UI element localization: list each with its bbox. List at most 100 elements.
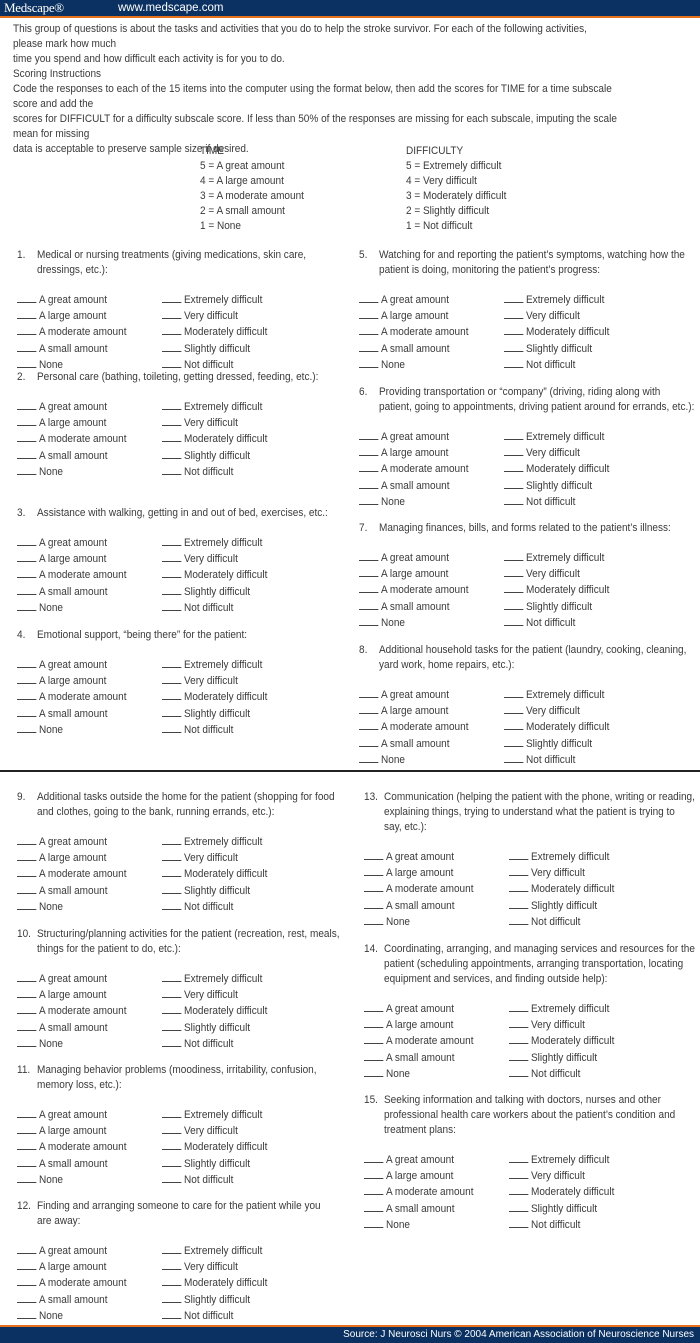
site-url[interactable]: www.medscape.com: [118, 0, 223, 16]
difficulty-option[interactable]: Moderately difficult: [162, 1003, 267, 1019]
answer-blank[interactable]: [17, 834, 37, 845]
answer-blank[interactable]: [17, 866, 37, 878]
answer-blank[interactable]: [364, 1033, 384, 1045]
answer-blank[interactable]: [359, 687, 379, 698]
answer-blank[interactable]: [504, 752, 524, 763]
difficulty-option[interactable]: Very difficult: [504, 445, 609, 461]
difficulty-option[interactable]: Extremely difficult: [162, 971, 267, 987]
answer-blank[interactable]: [17, 850, 37, 862]
answer-blank[interactable]: [504, 582, 524, 594]
difficulty-option[interactable]: Not difficult: [509, 1217, 614, 1233]
answer-blank[interactable]: [509, 1017, 529, 1029]
answer-blank[interactable]: [162, 987, 182, 999]
time-option[interactable]: A small amount: [364, 1050, 473, 1066]
answer-blank[interactable]: [359, 429, 379, 440]
difficulty-option[interactable]: Moderately difficult: [509, 1184, 614, 1200]
time-option[interactable]: None: [359, 494, 468, 510]
answer-blank[interactable]: [509, 1168, 529, 1180]
answer-blank[interactable]: [364, 1217, 384, 1228]
answer-blank[interactable]: [162, 341, 182, 352]
time-option[interactable]: A great amount: [17, 657, 126, 673]
time-option[interactable]: A large amount: [359, 566, 468, 582]
answer-blank[interactable]: [162, 1123, 182, 1135]
answer-blank[interactable]: [509, 1217, 529, 1228]
answer-blank[interactable]: [162, 657, 182, 668]
answer-blank[interactable]: [504, 292, 524, 303]
answer-blank[interactable]: [359, 599, 379, 610]
answer-blank[interactable]: [359, 308, 379, 320]
time-option[interactable]: None: [17, 722, 126, 738]
answer-blank[interactable]: [162, 1139, 182, 1151]
answer-blank[interactable]: [364, 914, 384, 925]
difficulty-option[interactable]: Slightly difficult: [162, 341, 267, 357]
time-option[interactable]: A large amount: [17, 308, 126, 324]
answer-blank[interactable]: [162, 1243, 182, 1254]
difficulty-option[interactable]: Slightly difficult: [162, 584, 267, 600]
answer-blank[interactable]: [364, 1017, 384, 1029]
difficulty-option[interactable]: Slightly difficult: [504, 478, 609, 494]
difficulty-option[interactable]: Extremely difficult: [162, 1107, 267, 1123]
answer-blank[interactable]: [162, 1308, 182, 1319]
answer-blank[interactable]: [359, 582, 379, 594]
difficulty-option[interactable]: Not difficult: [162, 1036, 267, 1052]
answer-blank[interactable]: [17, 535, 37, 546]
answer-blank[interactable]: [17, 1036, 37, 1047]
answer-blank[interactable]: [162, 689, 182, 701]
answer-blank[interactable]: [17, 308, 37, 320]
time-option[interactable]: A moderate amount: [359, 461, 468, 477]
time-option[interactable]: None: [17, 1172, 126, 1188]
time-option[interactable]: A moderate amount: [17, 324, 126, 340]
difficulty-option[interactable]: Moderately difficult: [504, 582, 609, 598]
answer-blank[interactable]: [359, 703, 379, 715]
answer-blank[interactable]: [509, 1152, 529, 1163]
answer-blank[interactable]: [504, 599, 524, 610]
time-option[interactable]: A moderate amount: [17, 689, 126, 705]
answer-blank[interactable]: [364, 849, 384, 860]
difficulty-option[interactable]: Not difficult: [504, 615, 609, 631]
answer-blank[interactable]: [162, 308, 182, 320]
difficulty-option[interactable]: Very difficult: [509, 1017, 614, 1033]
answer-blank[interactable]: [17, 341, 37, 352]
time-option[interactable]: A moderate amount: [17, 567, 126, 583]
difficulty-option[interactable]: Moderately difficult: [162, 567, 267, 583]
time-option[interactable]: A moderate amount: [17, 866, 126, 882]
difficulty-option[interactable]: Not difficult: [162, 1172, 267, 1188]
answer-blank[interactable]: [364, 1184, 384, 1196]
answer-blank[interactable]: [17, 883, 37, 894]
time-option[interactable]: A moderate amount: [17, 1139, 126, 1155]
time-option[interactable]: A moderate amount: [17, 1003, 126, 1019]
time-option[interactable]: A small amount: [17, 1020, 126, 1036]
answer-blank[interactable]: [17, 899, 37, 910]
answer-blank[interactable]: [359, 461, 379, 473]
answer-blank[interactable]: [509, 1201, 529, 1212]
difficulty-option[interactable]: Very difficult: [504, 703, 609, 719]
difficulty-option[interactable]: Extremely difficult: [504, 429, 609, 445]
difficulty-option[interactable]: Extremely difficult: [162, 834, 267, 850]
difficulty-option[interactable]: Very difficult: [162, 308, 267, 324]
time-option[interactable]: A large amount: [364, 1168, 473, 1184]
difficulty-option[interactable]: Not difficult: [509, 914, 614, 930]
time-option[interactable]: A small amount: [359, 599, 468, 615]
difficulty-option[interactable]: Not difficult: [162, 600, 267, 616]
answer-blank[interactable]: [162, 1107, 182, 1118]
answer-blank[interactable]: [162, 866, 182, 878]
answer-blank[interactable]: [359, 324, 379, 336]
difficulty-option[interactable]: Very difficult: [162, 850, 267, 866]
answer-blank[interactable]: [162, 1172, 182, 1183]
answer-blank[interactable]: [359, 494, 379, 505]
answer-blank[interactable]: [162, 1036, 182, 1047]
answer-blank[interactable]: [504, 308, 524, 320]
answer-blank[interactable]: [509, 881, 529, 893]
answer-blank[interactable]: [509, 1184, 529, 1196]
difficulty-option[interactable]: Not difficult: [504, 752, 609, 768]
answer-blank[interactable]: [17, 600, 37, 611]
difficulty-option[interactable]: Extremely difficult: [509, 1152, 614, 1168]
difficulty-option[interactable]: Moderately difficult: [504, 719, 609, 735]
difficulty-option[interactable]: Very difficult: [509, 1168, 614, 1184]
answer-blank[interactable]: [162, 899, 182, 910]
answer-blank[interactable]: [359, 752, 379, 763]
time-option[interactable]: A small amount: [359, 341, 468, 357]
time-option[interactable]: A great amount: [17, 834, 126, 850]
answer-blank[interactable]: [17, 551, 37, 563]
difficulty-option[interactable]: Slightly difficult: [504, 341, 609, 357]
